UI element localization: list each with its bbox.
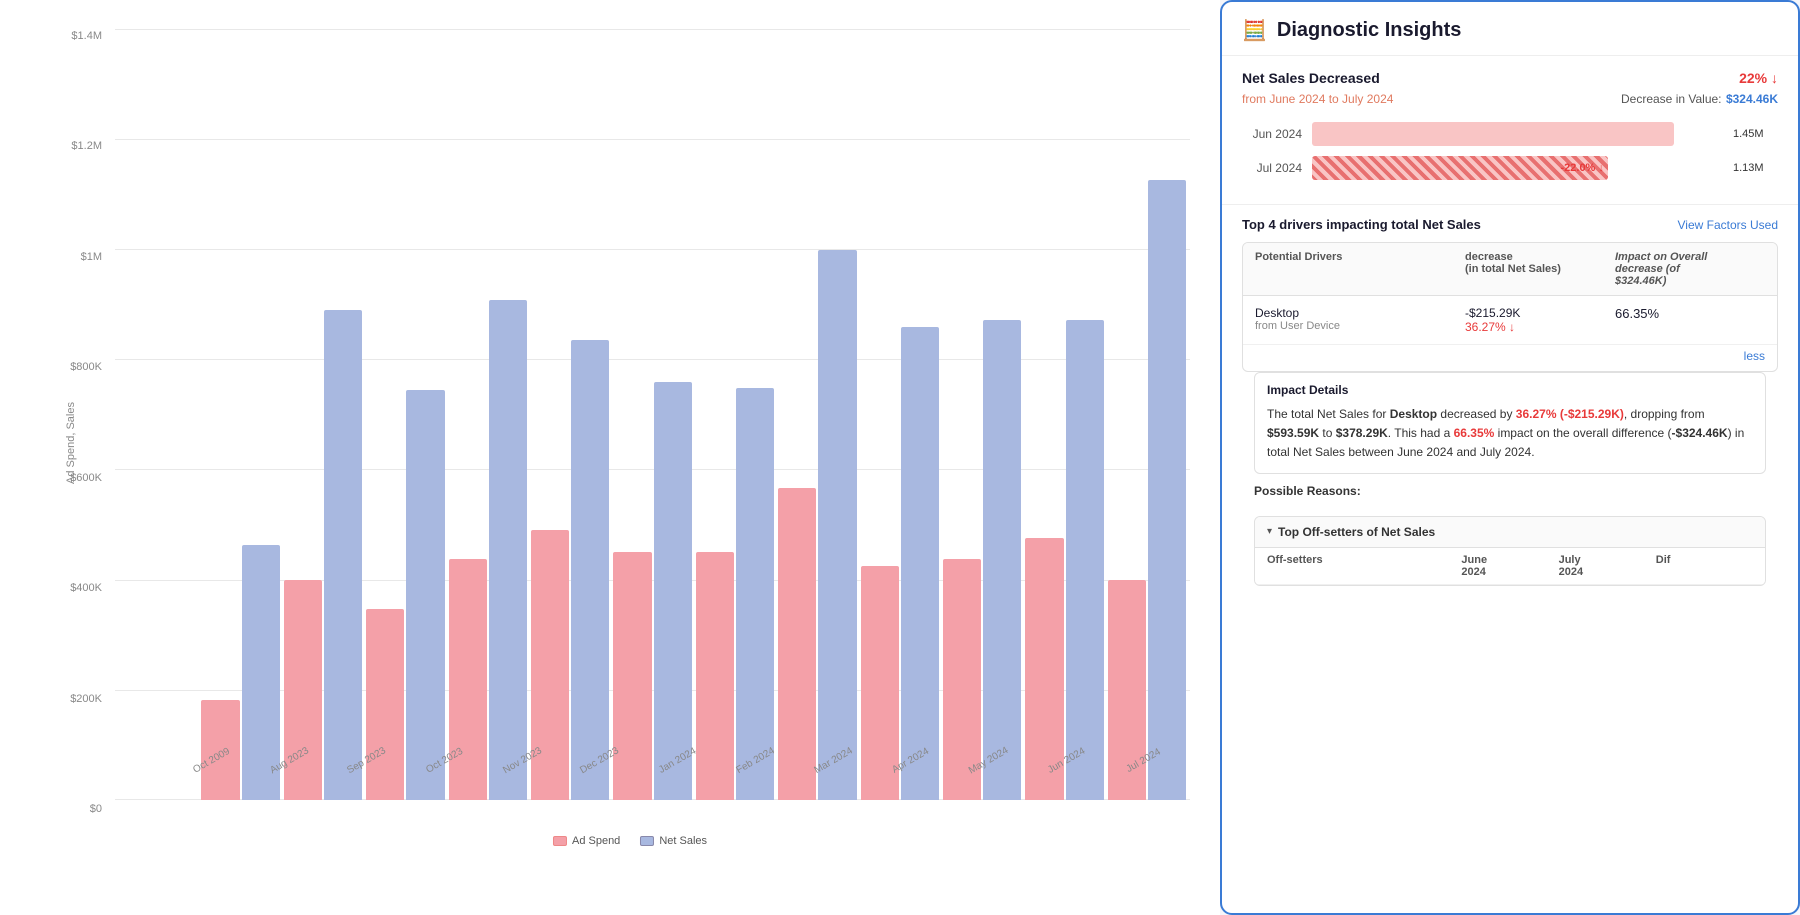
legend-label-net-sales: Net Sales [659, 835, 707, 847]
bar-group-oct2023 [366, 390, 444, 800]
dt-header-row: Potential Drivers decrease(in total Net … [1243, 243, 1777, 296]
y-label-800k: $800K [70, 361, 102, 373]
possible-reasons: Possible Reasons: [1242, 484, 1778, 516]
drivers-header: Top 4 drivers impacting total Net Sales … [1242, 217, 1778, 232]
legend-swatch-net-sales [640, 836, 654, 846]
off-header-dif: Dif [1656, 554, 1753, 578]
dt-data-row-desktop: Desktop from User Device -$215.29K 36.27… [1243, 296, 1777, 345]
impact-details-title: Impact Details [1267, 383, 1753, 397]
y-label-400k: $400K [70, 582, 102, 594]
chart-legend: Ad Spend Net Sales [553, 835, 707, 847]
summary-pct: 22% ↓ [1739, 70, 1778, 86]
off-header-offsetters: Off-setters [1267, 554, 1461, 578]
chart-area: Ad Spend, Sales $1.4M $1.2M $1M $800K $6… [0, 0, 1220, 915]
diagnostic-panel: 🧮 Diagnostic Insights Net Sales Decrease… [1220, 0, 1800, 915]
diagnostic-icon: 🧮 [1242, 18, 1267, 43]
comp-pct-badge: -22.0% ↓ [1560, 162, 1603, 174]
y-label-1_4m: $1.4M [71, 30, 102, 42]
bars-container [115, 30, 1190, 800]
dt-header-impact: Impact on Overalldecrease (of$324.46K) [1615, 251, 1765, 287]
comp-bar-jul: -22.0% ↓ [1312, 156, 1723, 180]
off-header-july2024: July2024 [1559, 554, 1656, 578]
y-label-1m: $1M [81, 251, 102, 263]
dt-header-decrease: decrease(in total Net Sales) [1465, 251, 1615, 287]
decrease-value: $324.46K [1726, 92, 1778, 106]
summary-section: Net Sales Decreased 22% ↓ from June 2024… [1222, 56, 1798, 205]
panel-header: 🧮 Diagnostic Insights [1222, 2, 1798, 56]
y-label-600k: $600K [70, 472, 102, 484]
comp-value-jun: 1.45M [1733, 128, 1778, 140]
offsetters-title: Top Off-setters of Net Sales [1278, 525, 1435, 539]
bar-group-nov2023 [449, 300, 527, 800]
dt-impact-pct: 66.35% [1615, 306, 1765, 321]
bar-group-mar2024 [778, 250, 856, 800]
dt-cell-desktop: Desktop from User Device [1255, 306, 1465, 332]
x-axis: Oct 2009 Aug 2023 Sep 2023 Oct 2023 Nov … [170, 750, 1180, 800]
comp-label-jul: Jul 2024 [1242, 161, 1302, 175]
comp-label-jun: Jun 2024 [1242, 127, 1302, 141]
panel-title: Diagnostic Insights [1277, 19, 1461, 42]
bar-group-jun2024 [1025, 320, 1103, 800]
bar-group-jul2024 [1108, 180, 1186, 800]
drivers-section: Top 4 drivers impacting total Net Sales … [1222, 205, 1798, 608]
y-label-0: $0 [90, 803, 102, 815]
decrease-label: Decrease in Value: [1621, 92, 1722, 106]
dt-cell-decrease-val: -$215.29K 36.27% ↓ [1465, 306, 1615, 334]
legend-swatch-ad-spend [553, 836, 567, 846]
drivers-title: Top 4 drivers impacting total Net Sales [1242, 217, 1481, 232]
chart-container: Ad Spend, Sales $1.4M $1.2M $1M $800K $6… [60, 30, 1200, 855]
summary-sub-row: from June 2024 to July 2024 Decrease in … [1242, 90, 1778, 108]
comp-bar-jun [1312, 122, 1723, 146]
legend-ad-spend: Ad Spend [553, 835, 620, 847]
offsetters-header[interactable]: ▾ Top Off-setters of Net Sales [1255, 517, 1765, 548]
comp-row-jul: Jul 2024 -22.0% ↓ 1.13M [1242, 156, 1778, 180]
bar-group-dec2023 [531, 340, 609, 800]
dt-decrease-amount: -$215.29K [1465, 306, 1615, 320]
drivers-table: Potential Drivers decrease(in total Net … [1242, 242, 1778, 372]
y-label-1_2m: $1.2M [71, 140, 102, 152]
comp-bar-jun-fill [1312, 122, 1674, 146]
bar-group-sep2023 [284, 310, 362, 800]
impact-text: The total Net Sales for Desktop decrease… [1267, 405, 1753, 463]
comp-value-jul: 1.13M [1733, 162, 1778, 174]
dt-less-link[interactable]: less [1243, 345, 1777, 371]
bar-group-jan2024 [613, 382, 691, 800]
offsetters-collapse-icon: ▾ [1267, 526, 1272, 537]
offsetters-table-header: Off-setters June2024 July2024 Dif [1255, 548, 1765, 585]
bar-group-may2024 [943, 320, 1021, 800]
legend-net-sales: Net Sales [640, 835, 707, 847]
summary-period: from June 2024 to July 2024 [1242, 92, 1393, 106]
summary-decrease: Decrease in Value: $324.46K [1621, 90, 1778, 108]
summary-title: Net Sales Decreased [1242, 70, 1380, 86]
dt-driver-name: Desktop [1255, 306, 1465, 320]
summary-top-row: Net Sales Decreased 22% ↓ [1242, 70, 1778, 86]
y-axis: $1.4M $1.2M $1M $800K $600K $400K $200K … [60, 30, 110, 815]
comp-row-jun: Jun 2024 1.45M [1242, 122, 1778, 146]
impact-details: Impact Details The total Net Sales for D… [1254, 372, 1766, 474]
dt-header-potential-drivers: Potential Drivers [1255, 251, 1465, 287]
chart-plot: Oct 2009 Aug 2023 Sep 2023 Oct 2023 Nov … [115, 30, 1190, 800]
y-label-200k: $200K [70, 693, 102, 705]
view-factors-link[interactable]: View Factors Used [1678, 218, 1778, 232]
bar-group-apr2024 [861, 327, 939, 800]
possible-reasons-title: Possible Reasons: [1254, 484, 1766, 498]
legend-label-ad-spend: Ad Spend [572, 835, 620, 847]
dt-decrease-pct: 36.27% ↓ [1465, 320, 1615, 334]
comp-bar-jul-fill: -22.0% ↓ [1312, 156, 1608, 180]
dt-sub-device: from User Device [1255, 320, 1465, 332]
bar-comparison: Jun 2024 1.45M Jul 2024 -22.0% ↓ 1.13M [1242, 122, 1778, 180]
offsetters-section: ▾ Top Off-setters of Net Sales Off-sette… [1254, 516, 1766, 586]
off-header-june2024: June2024 [1461, 554, 1558, 578]
